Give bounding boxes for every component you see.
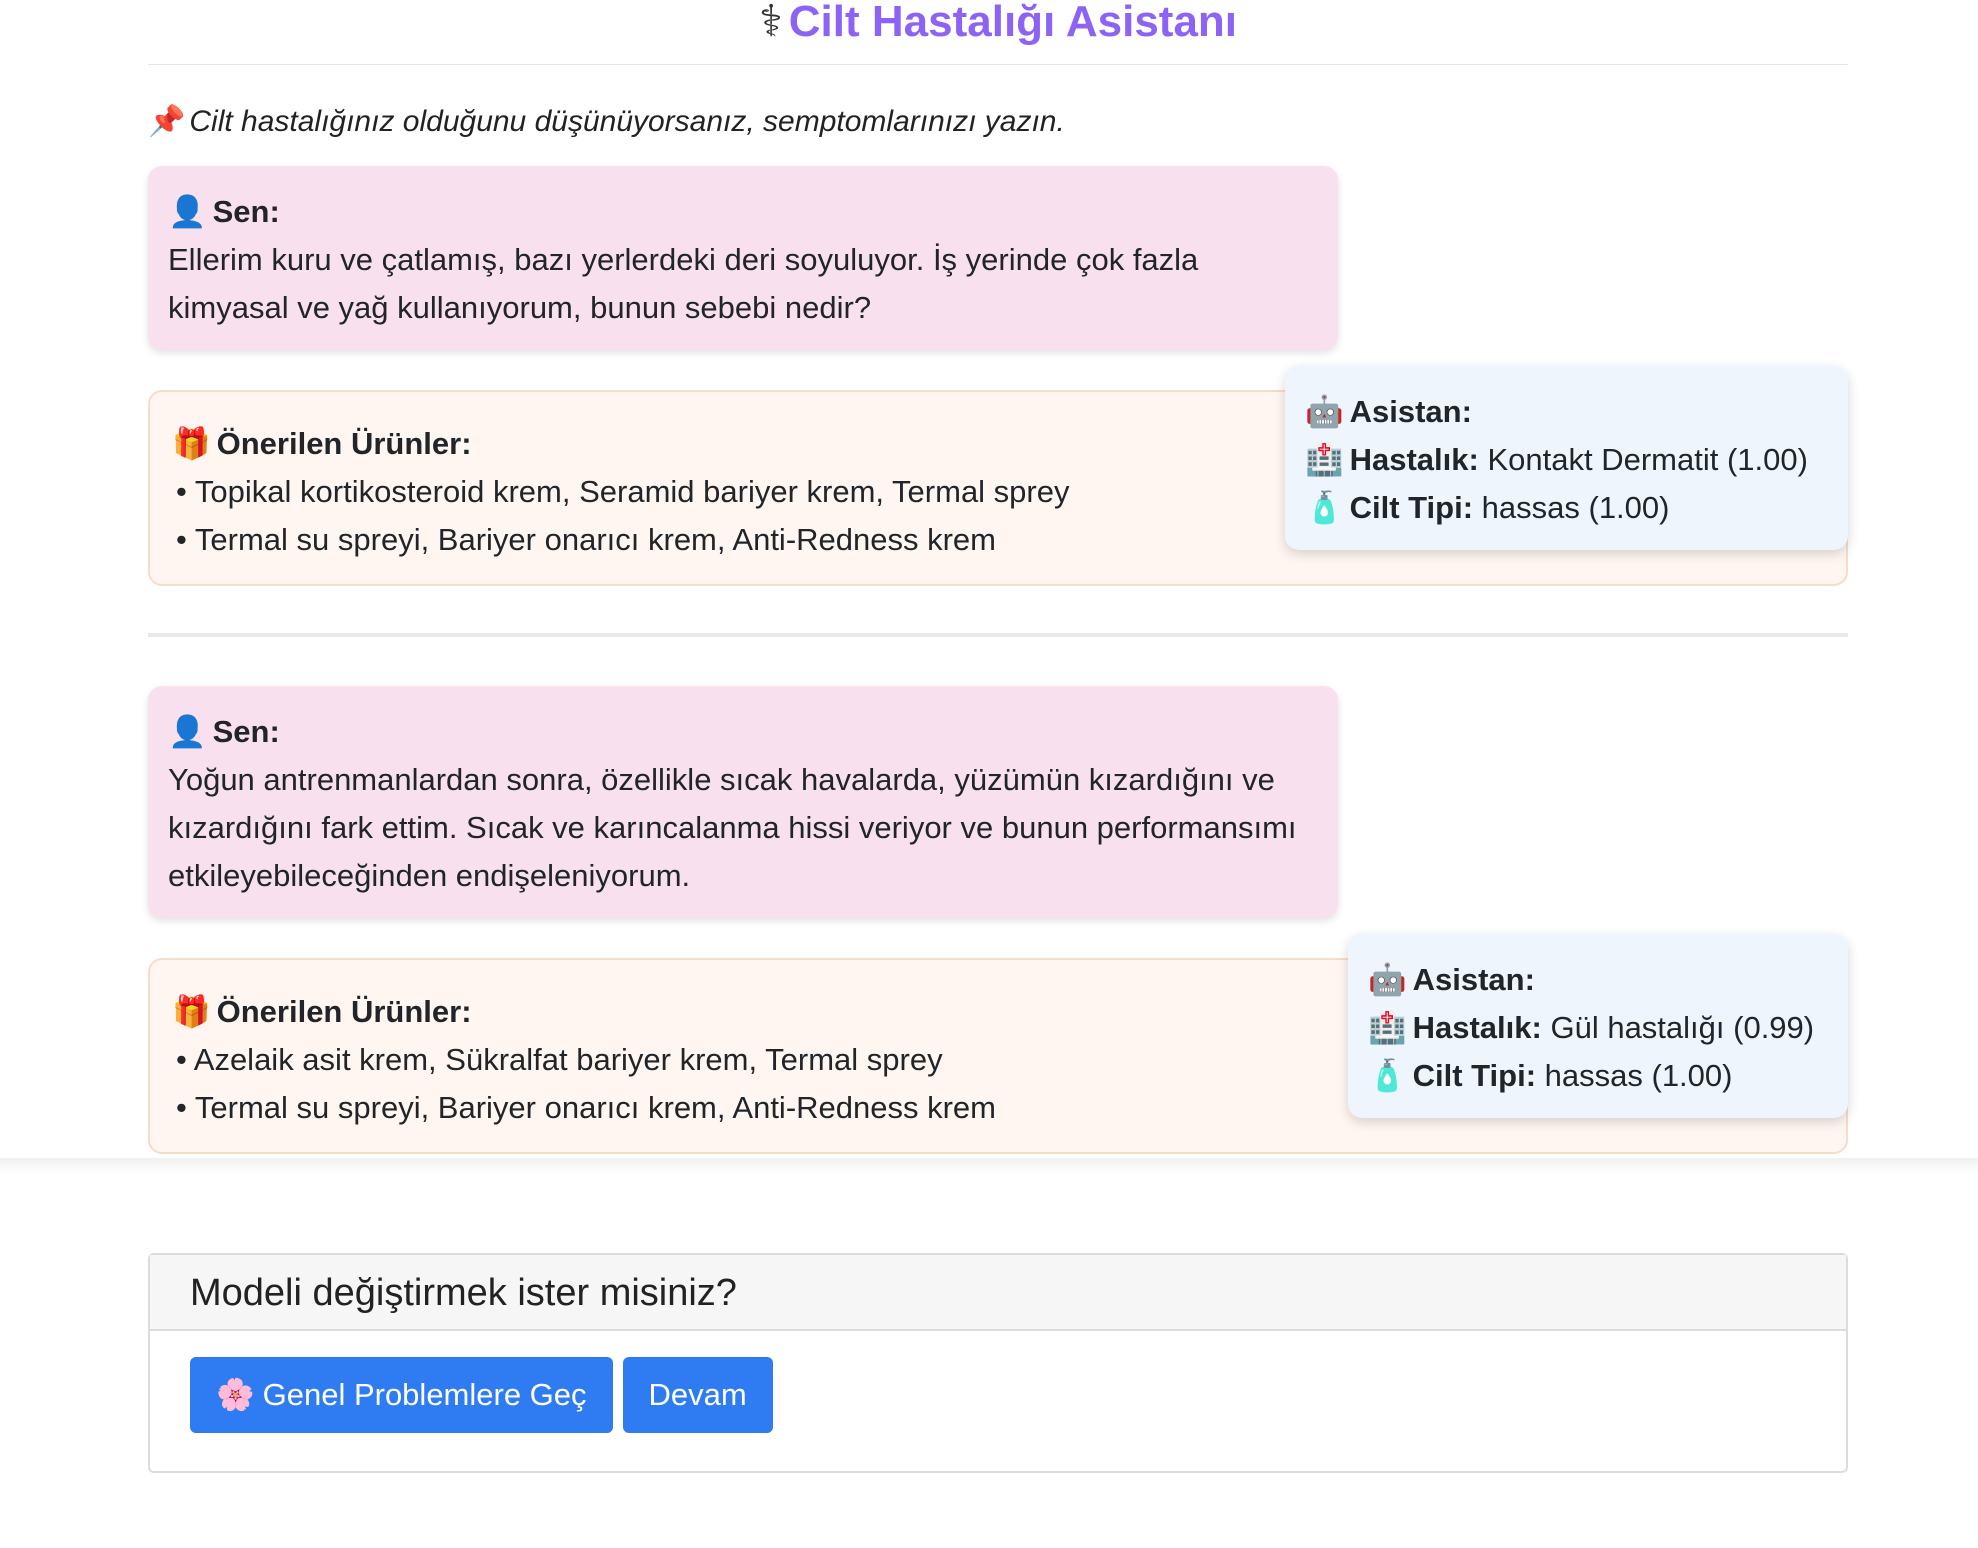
model-switch-title: Modeli değiştirmek ister misiniz? bbox=[150, 1255, 1846, 1331]
assistant-header: 🤖 Asistan: bbox=[1368, 956, 1826, 1004]
user-icon: 👤 bbox=[168, 194, 207, 229]
user-message-header: 👤 Sen: bbox=[168, 188, 1318, 236]
cherry-blossom-icon: 🌸 bbox=[216, 1377, 255, 1412]
stethoscope-icon: ⚕ bbox=[758, 0, 783, 46]
disease-row: 🏥 Hastalık: Gül hastalığı (0.99) bbox=[1368, 1004, 1826, 1052]
intro-text: 📌 Cilt hastalığınız olduğunu düşünüyorsan… bbox=[148, 104, 1065, 139]
product-line-text: Topikal kortikosteroid krem, Seramid bar… bbox=[194, 474, 1070, 509]
user-message-text: Ellerim kuru ve çatlamış, bazı yerlerdek… bbox=[168, 242, 1199, 325]
skin-type-row: 🧴 Cilt Tipi: hassas (1.00) bbox=[1305, 484, 1826, 532]
skin-type-row: 🧴 Cilt Tipi: hassas (1.00) bbox=[1368, 1052, 1826, 1100]
user-message-header: 👤 Sen: bbox=[168, 708, 1318, 756]
disease-row: 🏥 Hastalık: Kontakt Dermatit (1.00) bbox=[1305, 436, 1826, 484]
intro-text-content: Cilt hastalığınız olduğunu düşünüyorsanı… bbox=[189, 105, 1065, 138]
product-line-text: Azelaik asit krem, Sükralfat bariyer kre… bbox=[193, 1042, 943, 1077]
products-label: Önerilen Ürünler: bbox=[216, 426, 472, 461]
divider bbox=[148, 633, 1848, 637]
user-label: Sen: bbox=[212, 714, 280, 749]
hospital-icon: 🏥 bbox=[1368, 1010, 1407, 1045]
product-line-text: Termal su spreyi, Bariyer onarıcı krem, … bbox=[194, 1090, 996, 1125]
hospital-icon: 🏥 bbox=[1305, 442, 1344, 477]
scroll-shadow bbox=[0, 1158, 1978, 1174]
robot-icon: 🤖 bbox=[1368, 962, 1407, 997]
user-label: Sen: bbox=[212, 194, 280, 229]
skin-type-value: hassas (1.00) bbox=[1481, 490, 1670, 525]
page-title: ⚕ Cilt Hastalığı Asistanı bbox=[759, 0, 1237, 44]
user-message: 👤 Sen: Ellerim kuru ve çatlamış, bazı yer… bbox=[148, 166, 1338, 350]
skin-type-value: hassas (1.00) bbox=[1544, 1058, 1733, 1093]
user-message-text: Yoğun antrenmanlardan sonra, özellikle s… bbox=[168, 762, 1297, 893]
gift-icon: 🎁 bbox=[172, 994, 211, 1029]
products-label: Önerilen Ürünler: bbox=[216, 994, 472, 1029]
assistant-message: 🤖 Asistan: 🏥 Hastalık: Kontakt Dermatit (1… bbox=[1285, 366, 1848, 550]
disease-value: Kontakt Dermatit (1.00) bbox=[1487, 442, 1808, 477]
robot-icon: 🤖 bbox=[1305, 394, 1344, 429]
skin-type-label: Cilt Tipi: bbox=[1349, 490, 1474, 525]
assistant-label: Asistan: bbox=[1349, 394, 1472, 429]
disease-label: Hastalık: bbox=[1412, 1010, 1542, 1045]
assistant-header: 🤖 Asistan: bbox=[1305, 388, 1826, 436]
switch-button-label: Genel Problemlere Geç bbox=[262, 1377, 587, 1412]
header: ⚕ Cilt Hastalığı Asistanı bbox=[148, 0, 1848, 65]
disease-value: Gül hastalığı (0.99) bbox=[1550, 1010, 1815, 1045]
assistant-label: Asistan: bbox=[1412, 962, 1535, 997]
page-title-text: Cilt Hastalığı Asistanı bbox=[788, 0, 1238, 46]
pushpin-icon: 📌 bbox=[148, 105, 186, 138]
model-switch-card: Modeli değiştirmek ister misiniz? 🌸 Genel… bbox=[148, 1253, 1848, 1473]
page: ⚕ Cilt Hastalığı Asistanı 📌 Cilt hastalığı… bbox=[0, 0, 1978, 1548]
continue-button[interactable]: Devam bbox=[622, 1357, 773, 1433]
gift-icon: 🎁 bbox=[172, 426, 211, 461]
assistant-message: 🤖 Asistan: 🏥 Hastalık: Gül hastalığı (0.99… bbox=[1348, 934, 1848, 1118]
model-switch-actions: 🌸 Genel Problemlere Geç Devam bbox=[150, 1331, 1846, 1459]
lotion-bottle-icon: 🧴 bbox=[1368, 1058, 1407, 1093]
user-message: 👤 Sen: Yoğun antrenmanlardan sonra, özell… bbox=[148, 686, 1338, 918]
lotion-bottle-icon: 🧴 bbox=[1305, 490, 1344, 525]
switch-general-problems-button[interactable]: 🌸 Genel Problemlere Geç bbox=[190, 1357, 613, 1433]
disease-label: Hastalık: bbox=[1349, 442, 1479, 477]
skin-type-label: Cilt Tipi: bbox=[1412, 1058, 1537, 1093]
user-icon: 👤 bbox=[168, 714, 207, 749]
product-line-text: Termal su spreyi, Bariyer onarıcı krem, … bbox=[194, 522, 996, 557]
